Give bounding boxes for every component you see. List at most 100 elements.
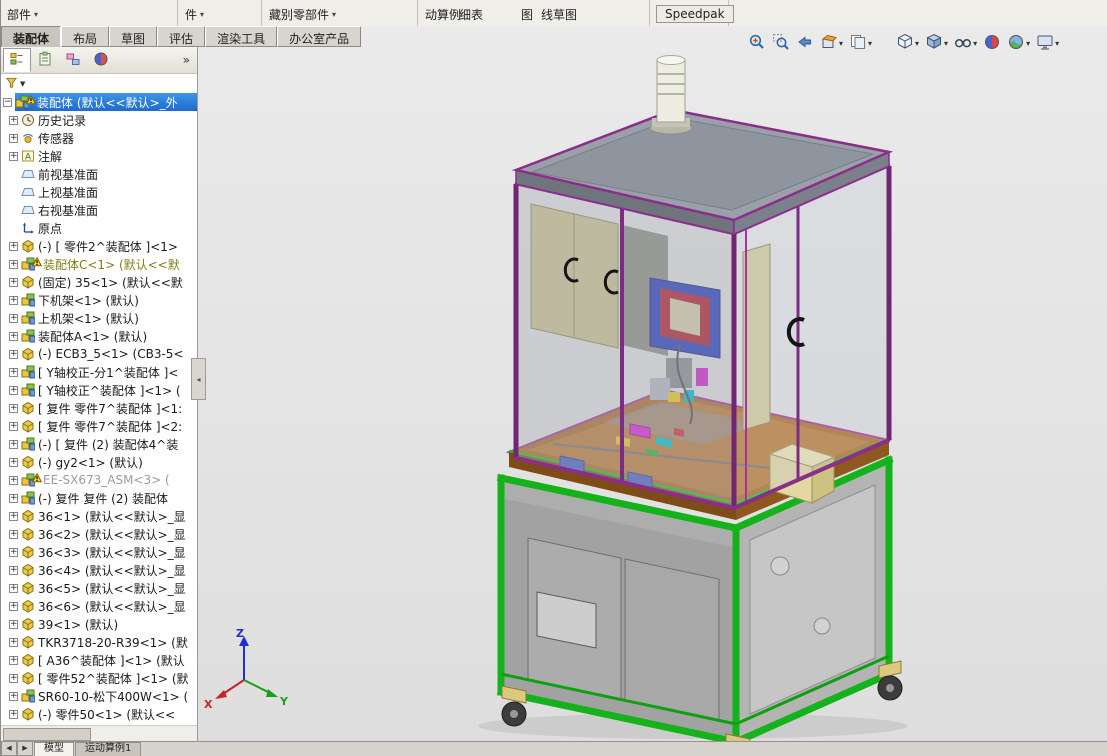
tree-item-body[interactable]: [ Y轴校正-分1^装配体 ]< xyxy=(21,363,197,381)
expand-toggle[interactable]: + xyxy=(9,709,18,719)
tree-item[interactable]: +39<1> (默认) xyxy=(1,615,197,633)
tree-item-body[interactable]: (-) [ 复件 (2) 装配体4^装 xyxy=(21,435,197,453)
expand-toggle[interactable]: + xyxy=(9,367,18,377)
expand-toggle[interactable]: + xyxy=(9,637,18,647)
tree-item-body[interactable]: [ Y轴校正^装配体 ]<1> ( xyxy=(21,381,197,399)
tab-scroll-left-icon[interactable]: ◀ xyxy=(1,741,17,756)
ribbon-button[interactable]: 藏别零部件 ▾ xyxy=(269,6,336,23)
tree-item-body[interactable]: 原点 xyxy=(21,219,197,237)
tree-item[interactable]: + (-) 复件 复件 (2) 装配体 xyxy=(1,489,197,507)
tree-horizontal-scrollbar[interactable] xyxy=(1,725,197,742)
graphics-area[interactable]: Z X Y ▾ ▾ ▾ ▾ ▾ ▾ ▾ xyxy=(198,26,1107,742)
viewtool-3d-views-button[interactable]: ▾ xyxy=(847,31,874,56)
expand-toggle[interactable]: + xyxy=(9,673,18,683)
expand-toggle[interactable]: + xyxy=(9,619,18,629)
expand-toggle[interactable]: + xyxy=(9,313,18,323)
viewtool-zoom-to-area-button[interactable] xyxy=(770,31,792,56)
viewtool-apply-scene-button[interactable]: ▾ xyxy=(1005,31,1032,56)
tree-item[interactable]: + 上机架<1> (默认) xyxy=(1,309,197,327)
tree-item-body[interactable]: (-) 复件 复件 (2) 装配体 xyxy=(21,489,197,507)
scrollbar-thumb[interactable] xyxy=(3,728,91,741)
ribbon-button[interactable]: 线草图 xyxy=(541,6,577,23)
viewtool-hide-show-items-button[interactable]: ▾ xyxy=(952,31,979,56)
panel-overflow-chevron[interactable]: » xyxy=(178,53,195,67)
tree-item[interactable]: + [ Y轴校正-分1^装配体 ]< xyxy=(1,363,197,381)
expand-toggle[interactable]: + xyxy=(9,349,18,359)
expand-toggle[interactable]: + xyxy=(9,151,18,161)
tree-item-body[interactable]: EE-SX673_ASM<3> ( xyxy=(21,471,197,489)
tree-item[interactable]: + [ Y轴校正^装配体 ]<1> ( xyxy=(1,381,197,399)
expand-toggle[interactable]: + xyxy=(9,295,18,305)
expand-toggle[interactable]: + xyxy=(9,421,18,431)
tree-item-body[interactable]: (-) [ 零件2^装配体 ]<1> xyxy=(21,237,197,255)
tree-item[interactable]: + 装配体C<1> (默认<<默 xyxy=(1,255,197,273)
viewtool-view-orientation-button[interactable]: ▾ xyxy=(894,31,921,56)
expand-toggle[interactable]: + xyxy=(9,403,18,413)
tree-item-body[interactable]: 上视基准面 xyxy=(21,183,197,201)
panel-splitter-handle[interactable]: ◂ xyxy=(191,358,206,400)
expand-toggle[interactable]: + xyxy=(9,583,18,593)
tree-item-body[interactable]: SR60-10-松下400W<1> ( xyxy=(21,687,197,705)
tree-item-body[interactable]: 下机架<1> (默认) xyxy=(21,291,197,309)
viewtool-edit-appearance-button[interactable] xyxy=(981,31,1003,56)
tree-item[interactable]: + [ 零件52^装配体 ]<1> (默 xyxy=(1,669,197,687)
tree-item[interactable]: + 装配体A<1> (默认) xyxy=(1,327,197,345)
expand-toggle[interactable]: + xyxy=(9,115,18,125)
tree-item-body[interactable]: (-) ECB3_5<1> (CB3-5< xyxy=(21,345,197,363)
ribbon-button[interactable]: 件 ▾ xyxy=(185,6,204,23)
tree-item[interactable]: + (固定) 35<1> (默认<<默 xyxy=(1,273,197,291)
filter-caret-icon[interactable]: ▼ xyxy=(20,80,25,88)
tree-item-body[interactable]: A 注解 xyxy=(21,147,197,165)
command-tab[interactable]: 草图 xyxy=(109,26,158,47)
viewtool-zoom-to-fit-button[interactable] xyxy=(746,31,768,56)
expand-toggle[interactable]: + xyxy=(9,691,18,701)
viewtool-previous-view-button[interactable] xyxy=(794,31,816,56)
tree-item-body[interactable]: [ 复件 零件7^装配体 ]<2: xyxy=(21,417,197,435)
tree-item[interactable]: +36<3> (默认<<默认>_显 xyxy=(1,543,197,561)
expand-toggle[interactable]: + xyxy=(9,601,18,611)
feature-tree-filter[interactable]: ▼ xyxy=(1,74,197,95)
tree-item-body[interactable]: 39<1> (默认) xyxy=(21,615,197,633)
command-tab[interactable]: 评估 xyxy=(157,26,206,47)
tree-item[interactable]: 前视基准面 xyxy=(1,165,197,183)
ribbon-button[interactable]: 部件 ▾ xyxy=(7,6,38,23)
ribbon-button[interactable]: 动算例 xyxy=(425,6,461,23)
propertymanager-tab[interactable] xyxy=(31,48,59,72)
tree-item[interactable]: + [ A36^装配体 ]<1> (默认 xyxy=(1,651,197,669)
expand-toggle[interactable]: + xyxy=(9,547,18,557)
tree-item-body[interactable]: (-) 零件50<1> (默认<< xyxy=(21,705,197,723)
expand-toggle[interactable]: + xyxy=(9,277,18,287)
expand-toggle[interactable]: + xyxy=(9,133,18,143)
3d-assembly-model[interactable]: Z X Y xyxy=(198,26,1107,742)
tree-item-body[interactable]: 传感器 xyxy=(21,129,197,147)
expand-toggle[interactable]: + xyxy=(9,457,18,467)
tree-item-body[interactable]: 装配体C<1> (默认<<默 xyxy=(21,255,197,273)
tree-item-body[interactable]: 36<2> (默认<<默认>_显 xyxy=(21,525,197,543)
viewtool-section-view-button[interactable]: ▾ xyxy=(818,31,845,56)
tree-item[interactable]: + 下机架<1> (默认) xyxy=(1,291,197,309)
tree-item-body[interactable]: 右视基准面 xyxy=(21,201,197,219)
expand-toggle[interactable]: + xyxy=(9,439,18,449)
expand-toggle[interactable]: + xyxy=(9,529,18,539)
ribbon-button[interactable]: Speedpak xyxy=(656,5,734,23)
displaymanager-tab[interactable] xyxy=(87,48,115,72)
tree-item-body[interactable]: [ 零件52^装配体 ]<1> (默 xyxy=(21,669,197,687)
viewtool-view-settings-button[interactable]: ▾ xyxy=(1034,31,1061,56)
expand-toggle[interactable]: + xyxy=(9,385,18,395)
command-tab[interactable]: 办公室产品 xyxy=(277,26,362,47)
tree-item-body[interactable]: 上机架<1> (默认) xyxy=(21,309,197,327)
viewtool-display-style-button[interactable]: ▾ xyxy=(923,31,950,56)
expand-toggle[interactable]: + xyxy=(9,331,18,341)
tree-item[interactable]: + (-) [ 零件2^装配体 ]<1> xyxy=(1,237,197,255)
tree-item-body[interactable]: 36<4> (默认<<默认>_显 xyxy=(21,561,197,579)
tree-item-root[interactable]: − 装配体 (默认<<默认>_外 xyxy=(1,93,197,111)
tree-item[interactable]: +36<4> (默认<<默认>_显 xyxy=(1,561,197,579)
tree-item[interactable]: + (-) [ 复件 (2) 装配体4^装 xyxy=(1,435,197,453)
tree-item[interactable]: 原点 xyxy=(1,219,197,237)
tree-item-body[interactable]: 装配体 (默认<<默认>_外 xyxy=(15,93,197,111)
ribbon-button[interactable]: 细表 xyxy=(459,6,483,23)
ribbon-button[interactable]: 图 xyxy=(521,6,533,23)
tree-item-body[interactable]: 36<6> (默认<<默认>_显 xyxy=(21,597,197,615)
tree-item[interactable]: +36<5> (默认<<默认>_显 xyxy=(1,579,197,597)
command-tab[interactable]: 渲染工具 xyxy=(205,26,278,47)
